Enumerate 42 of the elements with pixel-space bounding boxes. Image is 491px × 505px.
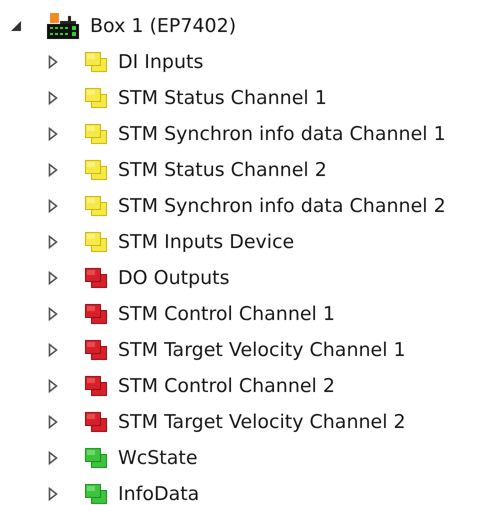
- tree-item[interactable]: STM Target Velocity Channel 1: [118, 338, 406, 362]
- tree-item[interactable]: InfoData: [118, 482, 200, 505]
- tree-item[interactable]: DI Inputs: [118, 50, 204, 74]
- expand-arrow-icon[interactable]: [48, 451, 58, 465]
- expand-arrow-icon[interactable]: [48, 379, 58, 393]
- variable-group-icon: [84, 195, 108, 217]
- device-box-icon: [46, 12, 80, 40]
- tree-item[interactable]: DO Outputs: [118, 266, 230, 290]
- tree-item[interactable]: STM Status Channel 2: [118, 158, 327, 182]
- variable-group-icon: [84, 303, 108, 325]
- expand-arrow-icon[interactable]: [48, 235, 58, 249]
- expand-arrow-icon[interactable]: [48, 163, 58, 177]
- variable-group-icon: [84, 483, 108, 505]
- variable-group-icon: [84, 267, 108, 289]
- tree-item[interactable]: Box 1 (EP7402): [90, 14, 236, 38]
- expand-arrow-icon[interactable]: [48, 415, 58, 429]
- tree-item[interactable]: STM Control Channel 1: [118, 302, 335, 326]
- variable-group-icon: [84, 87, 108, 109]
- tree-item[interactable]: STM Control Channel 2: [118, 374, 335, 398]
- variable-group-icon: [84, 159, 108, 181]
- tree-item[interactable]: STM Synchron info data Channel 2: [118, 194, 446, 218]
- expand-arrow-icon[interactable]: [48, 487, 58, 501]
- tree-item[interactable]: STM Target Velocity Channel 2: [118, 410, 406, 434]
- variable-group-icon: [84, 231, 108, 253]
- expand-arrow-icon[interactable]: [48, 307, 58, 321]
- expand-arrow-icon[interactable]: [48, 91, 58, 105]
- tree-item[interactable]: STM Status Channel 1: [118, 86, 327, 110]
- variable-group-icon: [84, 339, 108, 361]
- expand-arrow-icon[interactable]: [48, 199, 58, 213]
- variable-group-icon: [84, 375, 108, 397]
- collapse-arrow-icon[interactable]: [10, 20, 22, 32]
- expand-arrow-icon[interactable]: [48, 343, 58, 357]
- expand-arrow-icon[interactable]: [48, 55, 58, 69]
- tree-item[interactable]: STM Synchron info data Channel 1: [118, 122, 446, 146]
- expand-arrow-icon[interactable]: [48, 127, 58, 141]
- variable-group-icon: [84, 123, 108, 145]
- tree-item[interactable]: WcState: [118, 446, 198, 470]
- expand-arrow-icon[interactable]: [48, 271, 58, 285]
- variable-group-icon: [84, 411, 108, 433]
- tree-item[interactable]: STM Inputs Device: [118, 230, 294, 254]
- variable-group-icon: [84, 51, 108, 73]
- variable-group-icon: [84, 447, 108, 469]
